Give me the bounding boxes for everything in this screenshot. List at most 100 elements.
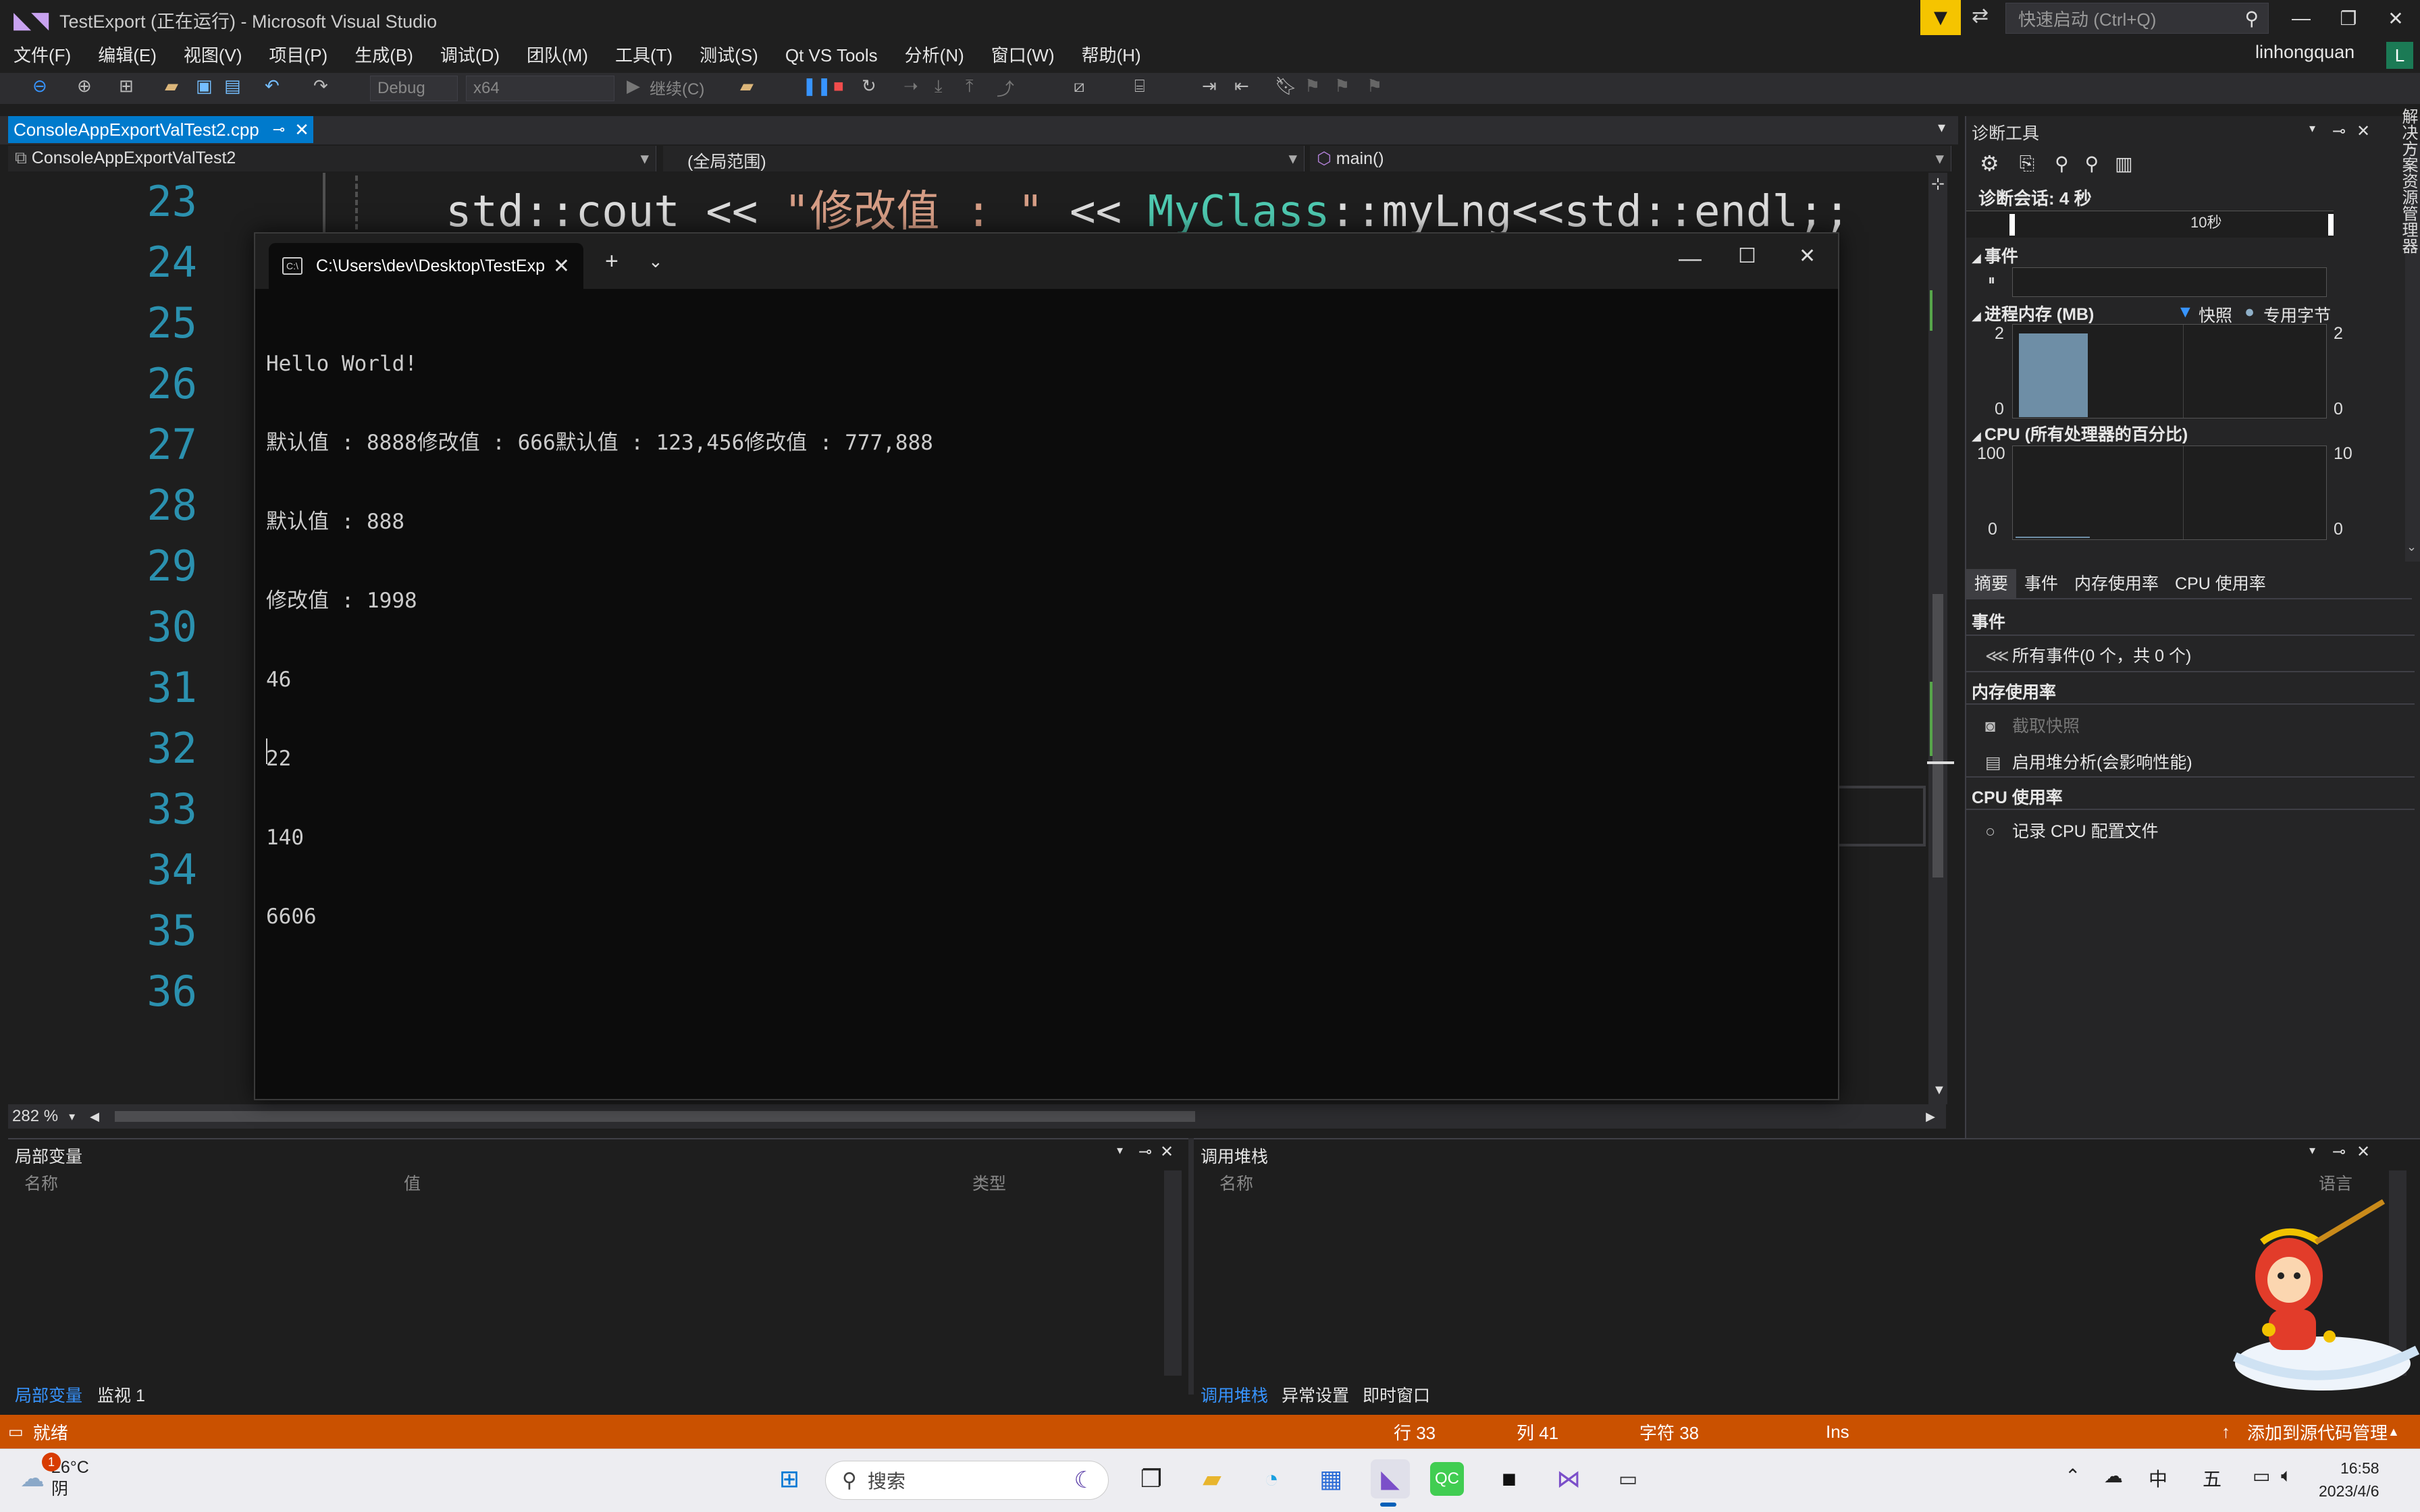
next-bookmark-icon[interactable]: ⚑ xyxy=(1334,76,1350,97)
menu-debug[interactable]: 调试(D) xyxy=(427,38,513,73)
windows-start-icon[interactable]: ⊞ xyxy=(770,1459,809,1498)
pin-icon[interactable]: ⊸ xyxy=(2332,122,2346,141)
system-clock[interactable]: 16:58 2023/4/6 xyxy=(2319,1457,2379,1503)
scroll-left-icon[interactable]: ◀ xyxy=(90,1110,99,1124)
undo-icon[interactable]: ↶ xyxy=(265,76,280,97)
scroll-right-icon[interactable]: ▶ xyxy=(1926,1110,1935,1124)
tab-exception-settings[interactable]: 异常设置 xyxy=(1282,1382,1349,1407)
stop-icon[interactable]: ■ xyxy=(833,76,844,97)
console-window[interactable]: C:\ C:\Users\dev\Desktop\TestExp ✕ + ⌄ —… xyxy=(254,232,1839,1100)
forward-icon[interactable]: ⊕ xyxy=(77,76,92,97)
prev-bookmark-icon[interactable]: ⚑ xyxy=(1305,76,1320,97)
tab-memory-usage[interactable]: 内存使用率 xyxy=(2066,569,2167,599)
menu-edit[interactable]: 编辑(E) xyxy=(84,38,170,73)
panel-splitter[interactable] xyxy=(1188,1138,1194,1395)
continue-label[interactable]: 继续(C) xyxy=(650,76,704,99)
tab-watch-1[interactable]: 监视 1 xyxy=(97,1382,145,1407)
chevron-up-icon[interactable]: ▲ xyxy=(2388,1425,2400,1439)
console-close-button[interactable]: ✕ xyxy=(1799,244,1816,268)
locals-scrollbar[interactable] xyxy=(1164,1170,1182,1376)
menu-window[interactable]: 窗口(W) xyxy=(978,38,1068,73)
feedback-filter-icon[interactable]: ▼ xyxy=(1920,0,1961,35)
step-back-icon[interactable]: ⤴ xyxy=(997,76,1014,101)
zoom-out-icon[interactable]: ⚲ xyxy=(2085,153,2099,175)
windows-terminal-icon[interactable]: ▭ xyxy=(1608,1459,1648,1498)
network-icon[interactable]: ▭ xyxy=(2253,1465,2270,1487)
tab-cpu-usage[interactable]: CPU 使用率 xyxy=(2167,569,2274,599)
comment-icon[interactable]: ⌸ xyxy=(1134,76,1145,97)
bookmark-icon[interactable]: 🔖︎ xyxy=(1275,76,1297,97)
pin-icon[interactable]: ⊸ xyxy=(2332,1142,2346,1162)
editor-horizontal-scroll-thumb[interactable] xyxy=(115,1111,1195,1122)
onedrive-cloud-icon[interactable]: ☁ xyxy=(2104,1465,2123,1487)
column-header-value[interactable]: 值 xyxy=(404,1170,421,1195)
nav-scope-select[interactable]: (全局范围) ▾ xyxy=(663,146,1305,171)
redo-icon[interactable]: ↷ xyxy=(313,76,328,97)
open-file-icon[interactable]: ▰ xyxy=(165,76,178,97)
output-window-icon[interactable]: ▭ xyxy=(8,1422,24,1442)
close-button[interactable]: ✕ xyxy=(2377,4,2415,32)
menu-help[interactable]: 帮助(H) xyxy=(1068,38,1155,73)
split-icon[interactable]: ⊹ xyxy=(1931,174,1945,194)
taskbar-search-input[interactable]: ⚲ 搜索 ☾ xyxy=(825,1461,1109,1500)
console-maximize-button[interactable]: ☐ xyxy=(1738,244,1756,268)
terminal-black-icon[interactable]: ■ xyxy=(1490,1459,1529,1498)
reset-view-icon[interactable]: ▥ xyxy=(2115,153,2132,175)
new-project-icon[interactable]: ⊞ xyxy=(119,76,134,97)
zoom-dropdown-icon[interactable]: ▾ xyxy=(69,1110,75,1124)
edge-browser-icon[interactable]: ◔ xyxy=(1252,1459,1291,1498)
timeline-start-handle[interactable] xyxy=(2009,214,2015,236)
editor-scroll-thumb[interactable] xyxy=(1932,594,1943,878)
save-icon[interactable]: ▣ xyxy=(196,76,213,97)
ime-mode-indicator[interactable]: 五 xyxy=(2203,1465,2221,1492)
collapse-icon[interactable]: ◢ xyxy=(1972,429,1984,443)
close-tab-icon[interactable]: ✕ xyxy=(553,254,570,278)
live-share-icon[interactable]: ⇄ xyxy=(1972,4,1989,28)
visual-studio-taskbar-icon[interactable]: ◣ xyxy=(1371,1459,1410,1498)
nav-project-select[interactable]: ⧉ ConsoleAppExportValTest2 ▾ xyxy=(8,146,656,171)
qt-creator-icon[interactable]: QC xyxy=(1430,1462,1464,1496)
hex-icon[interactable]: ⧄ xyxy=(1074,76,1085,97)
store-icon[interactable]: ▦ xyxy=(1311,1459,1350,1498)
indent-icon[interactable]: ⇥ xyxy=(1202,76,1217,97)
platform-select[interactable]: x64 xyxy=(466,76,614,101)
scroll-down-icon[interactable]: ⌄ xyxy=(2406,540,2417,554)
column-header-language[interactable]: 语言 xyxy=(2319,1170,2352,1195)
tab-consoleappexportvaltest2-cpp[interactable]: ConsoleAppExportValTest2.cpp ⊸ ✕ xyxy=(8,116,313,143)
collapse-icon[interactable]: ◢ xyxy=(1972,309,1984,323)
zoom-level[interactable]: 282 % xyxy=(8,1107,58,1126)
menu-build[interactable]: 生成(B) xyxy=(341,38,427,73)
restart-icon[interactable]: ↻ xyxy=(862,76,876,97)
save-all-icon[interactable]: ▤ xyxy=(224,76,241,97)
chevron-down-icon[interactable]: ⌄ xyxy=(648,251,663,272)
file-explorer-icon[interactable]: ▰ xyxy=(1192,1459,1232,1498)
dropdown-icon[interactable]: ▾ xyxy=(2309,1143,2315,1158)
menu-analyze[interactable]: 分析(N) xyxy=(891,38,978,73)
nav-member-select[interactable]: ⬡ main() ▾ xyxy=(1310,146,1951,171)
menu-test[interactable]: 测试(S) xyxy=(686,38,772,73)
tab-summary[interactable]: 摘要 xyxy=(1966,569,2017,599)
user-name[interactable]: linhongquan xyxy=(2255,42,2355,63)
export-icon[interactable]: ⎘ xyxy=(2020,153,2034,175)
tab-call-stack[interactable]: 调用堆栈 xyxy=(1201,1382,1268,1407)
dropdown-icon[interactable]: ▾ xyxy=(2309,122,2315,136)
timeline-end-handle[interactable] xyxy=(2328,214,2334,236)
console-minimize-button[interactable]: — xyxy=(1679,246,1702,272)
step-over-icon[interactable]: ➝ xyxy=(903,76,918,97)
menu-tools[interactable]: 工具(T) xyxy=(602,38,686,73)
menu-project[interactable]: 项目(P) xyxy=(256,38,342,73)
clear-bookmarks-icon[interactable]: ⚑ xyxy=(1367,76,1382,97)
solution-explorer-rail[interactable]: 解决方案资源管理器 xyxy=(2388,108,2420,254)
collapse-icon[interactable]: ◢ xyxy=(1972,251,1984,265)
step-out-icon[interactable]: ⤒ xyxy=(966,76,974,97)
add-to-source-control-button[interactable]: 添加到源代码管理 xyxy=(2247,1420,2388,1444)
visual-studio-2-icon[interactable]: ⋈ xyxy=(1549,1459,1588,1498)
tab-events[interactable]: 事件 xyxy=(2016,569,2066,599)
events-track[interactable] xyxy=(2012,267,2327,297)
pause-icon[interactable]: ❚❚ xyxy=(802,76,832,97)
outdent-icon[interactable]: ⇤ xyxy=(1234,76,1249,97)
quick-launch-input[interactable]: 快速启动 (Ctrl+Q) ⚲ xyxy=(2005,3,2269,34)
task-view-icon[interactable]: ❐ xyxy=(1132,1459,1171,1498)
pin-icon[interactable]: ⊸ xyxy=(273,121,285,138)
close-panel-icon[interactable]: ✕ xyxy=(2357,1142,2370,1162)
